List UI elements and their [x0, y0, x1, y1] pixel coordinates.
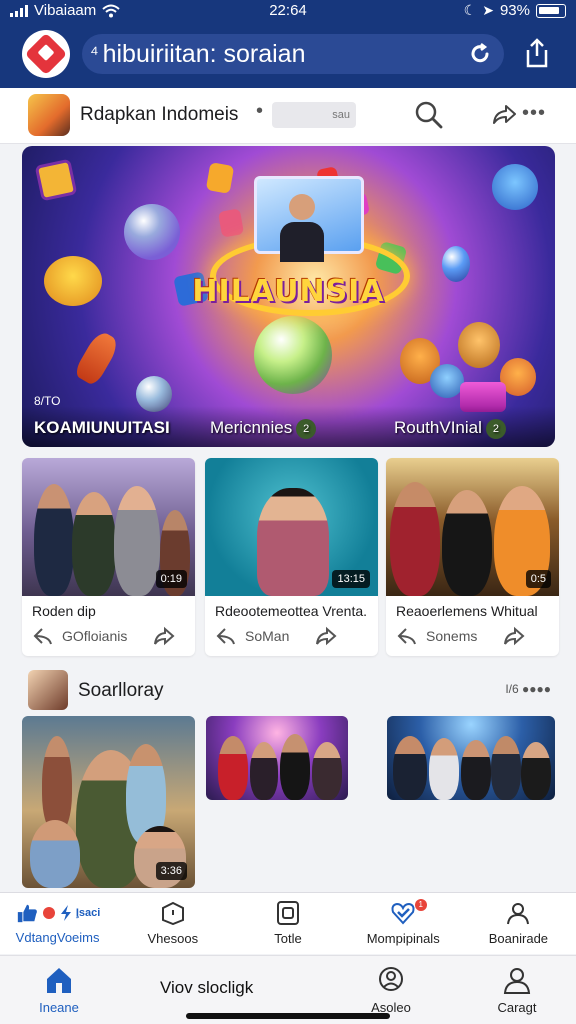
reply-icon[interactable]	[396, 626, 418, 646]
tab-label: Caragt	[497, 1000, 537, 1015]
tab-home[interactable]: Ineane	[4, 966, 114, 1015]
magnifier-icon[interactable]	[414, 100, 444, 130]
duration-badge: 13:15	[332, 570, 370, 588]
share-arrow-icon[interactable]	[315, 626, 337, 646]
comment-count: SoMan	[245, 628, 290, 644]
battery-icon	[536, 3, 566, 18]
video-title[interactable]: Roden dip	[32, 603, 96, 619]
status-bar: Vibaiaam 22:64 ☾ ➤ 93%	[0, 0, 576, 24]
host-figure	[280, 194, 324, 264]
hero-retro-label: 8/TO	[34, 394, 61, 408]
reply-icon[interactable]	[32, 626, 54, 646]
logo-icon	[24, 32, 68, 76]
badge-dot-icon	[42, 907, 55, 919]
alarm-icon: ☾	[463, 2, 477, 18]
forward-icon[interactable]	[492, 102, 518, 126]
nav-item-voting[interactable]: I̧saci VdtangVoeims	[0, 893, 115, 954]
hero-banner[interactable]: HILAUNSIA 8/TO KOAMIUNUITASI Mericnnies 2…	[22, 146, 555, 447]
search-bar[interactable]: ⁴	[82, 34, 504, 74]
app-tile-icon	[217, 208, 245, 238]
video-card[interactable]: 13:15 Rdeootemeottea Vrenta. SoMan	[205, 458, 378, 656]
video-title[interactable]: Rdeootemeottea Vrenta.	[215, 603, 367, 619]
app-logo[interactable]	[22, 30, 70, 78]
video-title[interactable]: Reaoerlemens Whitual	[396, 603, 538, 619]
hero-label-memories[interactable]: Mericnnies 2	[210, 418, 317, 439]
section-more[interactable]: I/6 ●●●●	[505, 682, 551, 696]
tab-middle-label[interactable]: Viov slocligk	[160, 978, 253, 998]
refresh-icon[interactable]	[468, 42, 492, 66]
bubble-decoration	[124, 204, 180, 260]
bowling-pin-decoration	[72, 328, 122, 388]
tab-label: Ineane	[39, 1000, 79, 1015]
app-tile-icon	[205, 162, 235, 194]
comment-count: GOfloianis	[62, 628, 128, 644]
comment-count: Sonems	[426, 628, 478, 644]
top-app-bar: Vibaiaam 22:64 ☾ ➤ 93% ⁴	[0, 0, 576, 88]
nav-item-tile[interactable]: Totle	[230, 893, 345, 954]
channel-avatar[interactable]	[28, 94, 70, 136]
separator-dot: •	[256, 100, 264, 122]
section-title[interactable]: Soarlloray	[78, 680, 164, 702]
home-indicator[interactable]	[186, 1013, 390, 1019]
section-header: Soarlloray I/6 ●●●●	[22, 664, 555, 710]
search-input[interactable]	[102, 39, 453, 69]
video-thumbnail[interactable]	[387, 716, 555, 800]
category-nav: I̧saci VdtangVoeims Vhesoos Totle 1 Momp…	[0, 892, 576, 954]
clock-user-icon	[379, 967, 403, 991]
hero-label-virtual[interactable]: RouthVInial 2	[394, 418, 506, 439]
location-icon: ➤	[482, 2, 494, 18]
tile-icon	[277, 901, 299, 925]
app-tile-icon	[34, 158, 78, 202]
person-icon	[503, 968, 531, 994]
video-card[interactable]: 0:5 Reaoerlemens Whitual Sonems	[386, 458, 559, 656]
mascot-figure	[430, 364, 464, 398]
channel-name[interactable]: Rdapkan Indomeis	[80, 104, 238, 126]
like-icon	[17, 904, 37, 923]
share-icon[interactable]	[522, 36, 552, 70]
search-icon: ⁴	[90, 42, 99, 65]
videos-icon	[161, 901, 184, 925]
nav-item-profile[interactable]: Boanirade	[461, 893, 576, 954]
notification-badge: 1	[414, 899, 427, 911]
nav-item-videos[interactable]: Vhesoos	[115, 893, 230, 954]
video-card[interactable]: 0:19 Roden dip GOfloianis	[22, 458, 195, 656]
duration-badge: 0:19	[155, 570, 187, 588]
nav-label: Vhesoos	[147, 931, 199, 946]
mascot-figure	[492, 164, 538, 210]
duration-badge: 0:5	[525, 570, 551, 588]
mascot-figure	[458, 322, 500, 368]
hero-title: HILAUNSIA	[192, 274, 385, 309]
share-arrow-icon[interactable]	[503, 626, 525, 646]
battery-percent: 93%	[499, 2, 530, 19]
nav-label: Totle	[274, 931, 302, 946]
video-thumbnail[interactable]	[206, 716, 348, 800]
bolt-icon	[60, 905, 71, 921]
count-badge: 2	[296, 418, 317, 439]
hero-label-community[interactable]: KOAMIUNUITASI	[34, 418, 170, 438]
nav-label: VdtangVoeims	[15, 930, 100, 945]
tab-activity[interactable]: Asoleo	[336, 966, 446, 1015]
home-icon	[47, 968, 71, 993]
bubble-decoration	[254, 316, 332, 394]
count-badge: 2	[485, 418, 506, 439]
reply-icon[interactable]	[215, 626, 237, 646]
nav-item-favorites[interactable]: 1 Mompipinals	[346, 893, 461, 954]
nav-label: Mompipinals	[366, 931, 440, 946]
channel-row: Rdapkan Indomeis • sau •••	[0, 88, 576, 144]
subscriber-pill: sau	[272, 102, 356, 128]
nav-label: Boanirade	[488, 931, 549, 946]
section-avatar[interactable]	[28, 670, 68, 710]
more-options-icon[interactable]: •••	[522, 102, 546, 125]
tab-account[interactable]: Caragt	[462, 966, 572, 1015]
share-arrow-icon[interactable]	[153, 626, 175, 646]
profile-icon	[507, 903, 530, 925]
duration-badge: 3:36	[155, 862, 187, 880]
heart-check-icon	[391, 902, 415, 925]
video-thumbnail-large[interactable]: 3:36	[22, 716, 195, 888]
